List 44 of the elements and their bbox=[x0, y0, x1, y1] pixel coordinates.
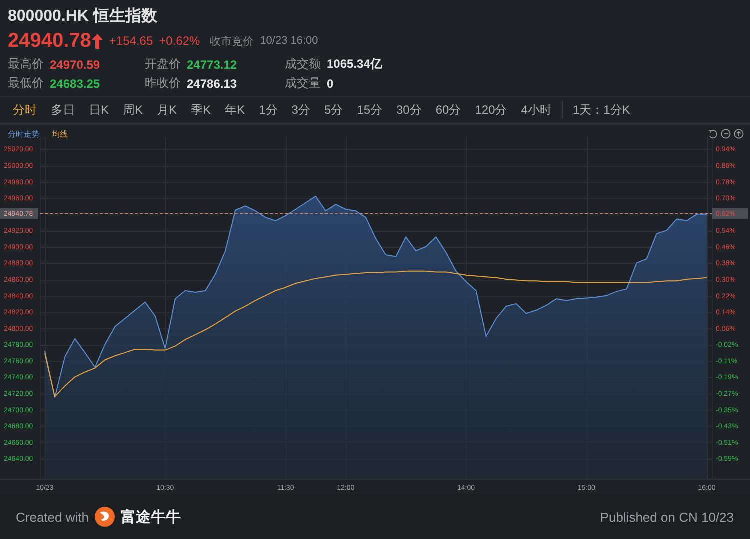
legend-label: 均线 bbox=[52, 129, 68, 140]
period-tab[interactable]: 季K bbox=[184, 98, 218, 122]
stat-label: 昨收价 bbox=[145, 75, 181, 92]
stat-value: 24786.13 bbox=[187, 76, 238, 90]
period-tab[interactable]: 5分 bbox=[317, 98, 350, 122]
period-tab[interactable]: 分时 bbox=[6, 98, 44, 122]
zoom-out-icon[interactable] bbox=[721, 129, 731, 139]
stat-label: 开盘价 bbox=[145, 56, 181, 73]
period-tab[interactable]: 多日 bbox=[44, 98, 82, 122]
period-tab[interactable]: 120分 bbox=[468, 98, 514, 122]
last-price: 24940.78 bbox=[8, 30, 92, 52]
period-tab[interactable]: 1分 bbox=[252, 98, 285, 122]
period-tab[interactable]: 月K bbox=[150, 98, 184, 122]
stat-label: 最高价 bbox=[8, 56, 44, 73]
period-tab[interactable]: 日K bbox=[82, 98, 116, 122]
period-tab[interactable]: 周K bbox=[116, 98, 150, 122]
created-with-text: Created with bbox=[16, 510, 89, 524]
stat-label: 最低价 bbox=[8, 75, 44, 92]
price-change: +154.65 bbox=[109, 34, 154, 48]
period-tab[interactable]: 4小时 bbox=[514, 98, 559, 122]
up-arrow-icon bbox=[92, 34, 104, 48]
stat-label: 成交额 bbox=[285, 56, 321, 73]
stat-value: 1065.34亿 bbox=[327, 56, 382, 73]
quote-time: 10/23 16:00 bbox=[260, 35, 318, 47]
period-tab[interactable]: 30分 bbox=[390, 98, 429, 122]
stat-label: 成交量 bbox=[285, 75, 321, 92]
period-tab[interactable]: 60分 bbox=[428, 98, 468, 122]
logo-icon bbox=[94, 507, 115, 527]
stat-value: 24773.12 bbox=[187, 58, 238, 72]
period-tab[interactable]: 3分 bbox=[284, 98, 318, 122]
published-text: Published on CN 10/23 bbox=[600, 510, 734, 524]
stat-value: 0 bbox=[327, 76, 334, 90]
upload-icon[interactable] bbox=[734, 129, 744, 139]
percent-change: +0.62% bbox=[159, 34, 200, 48]
stat-value: 24970.59 bbox=[50, 58, 100, 72]
stat-value: 24683.25 bbox=[50, 76, 100, 90]
legend-label: 分时走势 bbox=[8, 129, 40, 140]
period-tab[interactable]: 年K bbox=[218, 98, 252, 122]
quote-title: 800000.HK 恒生指数 bbox=[8, 6, 158, 27]
period-tab[interactable]: 1天：1分K bbox=[566, 98, 638, 122]
reset-icon[interactable] bbox=[708, 129, 718, 139]
period-tab[interactable]: 15分 bbox=[350, 98, 390, 122]
session-label: 收市竞价 bbox=[210, 34, 254, 48]
brand-name: 富途牛牛 bbox=[120, 508, 181, 526]
